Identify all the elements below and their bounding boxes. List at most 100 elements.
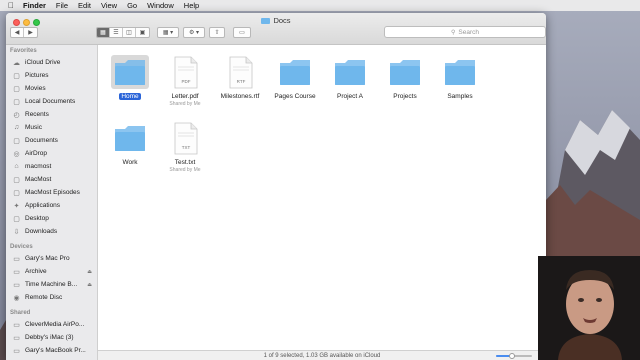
sidebar-item-music[interactable]: ♫ Music (6, 121, 97, 134)
folder-icon: ▢ (13, 85, 20, 93)
column-view-icon[interactable]: ◫ (123, 28, 136, 37)
presenter-image (538, 256, 640, 360)
window-title: Docs (6, 16, 546, 25)
folder-icon (280, 60, 310, 85)
sidebar-item-time-machine-b[interactable]: ▭ Time Machine B... ⏏ (6, 278, 97, 291)
disc-icon: ◉ (13, 294, 20, 302)
apple-menu-icon[interactable]:  (8, 1, 14, 10)
file-shared-status: Shared by Me (169, 167, 201, 173)
sidebar-item-label: Documents (25, 137, 58, 144)
file-item[interactable]: Project A (320, 55, 380, 101)
list-view-icon[interactable]: ☰ (110, 28, 123, 37)
sidebar-item-macmost[interactable]: ▢ MacMost (6, 173, 97, 186)
file-item[interactable]: Projects (375, 55, 435, 101)
sidebar-item-debby-s-imac-3[interactable]: ▭ Debby's iMac (3) (6, 331, 97, 344)
computer-icon: ▭ (13, 321, 20, 329)
folder-icon (115, 126, 145, 151)
sidebar-item-desktop[interactable]: ▢ Desktop (6, 212, 97, 225)
drive-icon: ▭ (13, 268, 20, 276)
icon-size-slider-knob[interactable] (509, 353, 516, 359)
file-type-badge: PDF (182, 79, 191, 84)
file-name: Test.txt (174, 159, 196, 166)
file-type-badge: RTF (237, 79, 246, 84)
eject-icon[interactable]: ⏏ (87, 282, 92, 288)
document-icon: TXT (174, 122, 198, 155)
arrange-icon: ▦ ▾ (162, 30, 174, 36)
menu-finder[interactable]: Finder (23, 1, 46, 10)
file-name: Milestones.rtf (220, 93, 260, 100)
action-button[interactable]: ⚙ ▾ (183, 27, 205, 38)
sidebar-item-pictures[interactable]: ▢ Pictures (6, 69, 97, 82)
gallery-view-icon[interactable]: ▣ (136, 28, 149, 37)
menu-file[interactable]: File (56, 1, 68, 10)
menu-go[interactable]: Go (127, 1, 137, 10)
sidebar-item-gary-s-macbook-pr[interactable]: ▭ Gary's MacBook Pr... (6, 344, 97, 357)
sidebar-item-movies[interactable]: ▢ Movies (6, 82, 97, 95)
file-item[interactable]: Samples (430, 55, 490, 101)
share-button[interactable]: ⇧ (209, 27, 225, 38)
sidebar-item-label: Downloads (25, 228, 58, 235)
sidebar-item-documents[interactable]: ▢ Documents (6, 134, 97, 147)
menu-help[interactable]: Help (184, 1, 199, 10)
sidebar-item-clevermedia-airpo[interactable]: ▭ CleverMedia AirPo... (6, 318, 97, 331)
file-shared-status: Shared by Me (169, 101, 201, 107)
eject-icon[interactable]: ⏏ (87, 269, 92, 275)
file-item[interactable]: TXT Test.txt Shared by Me (155, 121, 215, 173)
drive-icon: ▭ (13, 281, 20, 289)
sidebar-item-label: macmost (25, 163, 52, 170)
sidebar-item-recents[interactable]: ◴ Recents (6, 108, 97, 121)
menu-window[interactable]: Window (147, 1, 174, 10)
sidebar-item-label: Gary's MacBook Pr... (25, 347, 86, 354)
folder-icon: ▢ (13, 98, 20, 106)
file-name: Pages Course (274, 93, 316, 100)
folder-icon (261, 18, 271, 24)
folder-icon: ▢ (13, 137, 20, 145)
sidebar-item-gary-s-mac-pro[interactable]: ▭ Gary's Mac Pro (6, 252, 97, 265)
computer-icon: ▭ (13, 334, 20, 342)
menu-view[interactable]: View (101, 1, 117, 10)
forward-button[interactable]: ▶ (24, 28, 37, 37)
sidebar-item-macmost-episodes[interactable]: ▢ MacMost Episodes (6, 186, 97, 199)
sidebar-item-label: Gary's Mac Pro (25, 255, 70, 262)
sidebar-item-archive[interactable]: ▭ Archive ⏏ (6, 265, 97, 278)
sidebar-item-local-documents[interactable]: ▢ Local Documents (6, 95, 97, 108)
sidebar-item-remote-disc[interactable]: ◉ Remote Disc (6, 291, 97, 304)
sidebar-item-label: MacMost (25, 176, 52, 183)
arrange-button[interactable]: ▦ ▾ (157, 27, 179, 38)
cloud-icon: ☁ (13, 59, 20, 67)
sidebar-item-icloud-drive[interactable]: ☁ iCloud Drive (6, 56, 97, 69)
sidebar: Favorites ☁ iCloud Drive ▢ Pictures ▢ Movies ▢… (6, 45, 98, 360)
file-item[interactable]: Work (100, 121, 160, 167)
back-button[interactable]: ◀ (11, 28, 24, 37)
title-bar: Docs ◀ ▶ ▦ ☰ ◫ ▣ ▦ ▾ ⚙ ▾ ⇧ ▭ ⚲ Search (6, 13, 546, 45)
music-icon: ♫ (13, 124, 20, 131)
share-icon: ⇧ (214, 30, 220, 36)
file-item[interactable]: Home (100, 55, 160, 101)
file-name: Project A (336, 93, 363, 100)
icon-size-slider[interactable] (496, 353, 532, 359)
sidebar-item-label: Time Machine B... (25, 281, 78, 288)
document-icon: RTF (229, 56, 253, 89)
file-name: Samples (447, 93, 473, 100)
menu-edit[interactable]: Edit (78, 1, 91, 10)
sidebar-item-label: Pictures (25, 72, 49, 79)
file-item[interactable]: RTF Milestones.rtf (210, 55, 270, 101)
file-item[interactable]: PDF Letter.pdf Shared by Me (155, 55, 215, 107)
file-name: Home (119, 93, 141, 100)
sidebar-item-airdrop[interactable]: ◎ AirDrop (6, 147, 97, 160)
sidebar-item-label: MacMost Episodes (25, 189, 80, 196)
folder-icon: ▢ (13, 189, 20, 197)
sidebar-item-label: Recents (25, 111, 49, 118)
search-icon: ⚲ (450, 29, 456, 36)
sidebar-item-applications[interactable]: ✦ Applications (6, 199, 97, 212)
search-field[interactable]: ⚲ Search (384, 26, 546, 38)
sidebar-section-favorites: Favorites (10, 48, 37, 54)
file-name: Work (122, 159, 138, 166)
sidebar-item-macmost[interactable]: ⌂ macmost (6, 160, 97, 173)
icon-view-icon[interactable]: ▦ (97, 28, 110, 37)
search-placeholder: Search (458, 28, 479, 36)
tags-button[interactable]: ▭ (233, 27, 251, 38)
sidebar-item-downloads[interactable]: ⇩ Downloads (6, 225, 97, 238)
file-item[interactable]: Pages Course (265, 55, 325, 101)
folder-icon (445, 60, 475, 85)
